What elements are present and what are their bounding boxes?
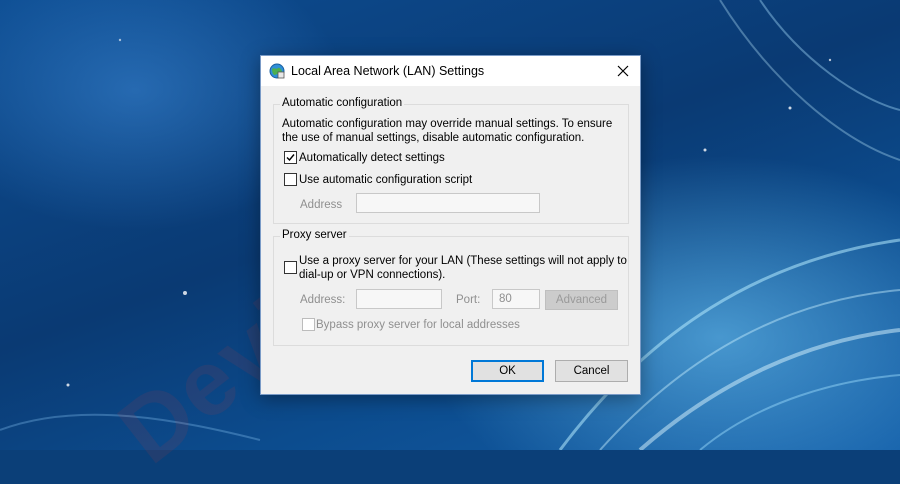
detect-settings-label[interactable]: Automatically detect settings <box>299 151 445 165</box>
script-address-label: Address <box>300 199 343 211</box>
proxy-server-label: Proxy server <box>280 229 349 241</box>
detect-settings-checkbox[interactable] <box>284 151 297 164</box>
dialog-title: Local Area Network (LAN) Settings <box>291 64 485 78</box>
use-proxy-label-line1[interactable]: Use a proxy server for your LAN (These s… <box>299 254 627 268</box>
bypass-local-checkbox[interactable] <box>302 318 315 331</box>
lan-settings-dialog: Local Area Network (LAN) Settings Automa… <box>260 55 641 395</box>
close-icon <box>617 65 629 77</box>
proxy-address-input[interactable] <box>356 289 442 309</box>
use-proxy-label-line2[interactable]: dial-up or VPN connections). <box>299 268 445 282</box>
checkmark-icon <box>286 154 295 162</box>
bypass-local-label[interactable]: Bypass proxy server for local addresses <box>316 318 520 332</box>
advanced-button[interactable]: Advanced <box>545 290 618 310</box>
use-proxy-checkbox[interactable] <box>284 261 297 274</box>
proxy-port-label: Port: <box>456 294 481 306</box>
close-button[interactable] <box>606 56 640 86</box>
automatic-configuration-group: Automatic configuration Automatic config… <box>273 97 629 224</box>
proxy-server-group: Proxy server Use a proxy server for your… <box>273 229 629 346</box>
use-script-checkbox[interactable] <box>284 173 297 186</box>
network-globe-icon <box>269 63 285 79</box>
automatic-configuration-label: Automatic configuration <box>280 97 405 109</box>
automatic-configuration-description: Automatic configuration may override man… <box>282 118 613 144</box>
proxy-port-input[interactable]: 80 <box>492 289 540 309</box>
use-script-label[interactable]: Use automatic configuration script <box>299 173 472 187</box>
script-address-input[interactable] <box>356 193 540 213</box>
ok-button[interactable]: OK <box>471 360 544 382</box>
proxy-address-label: Address: <box>300 294 346 306</box>
cancel-button[interactable]: Cancel <box>555 360 628 382</box>
dialog-titlebar: Local Area Network (LAN) Settings <box>261 56 640 86</box>
